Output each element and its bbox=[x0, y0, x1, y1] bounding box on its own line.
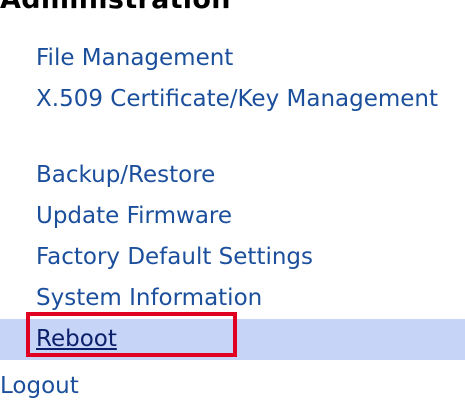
logout-link[interactable]: Logout bbox=[0, 366, 79, 407]
nav-item-label: Backup/Restore bbox=[36, 162, 216, 188]
nav-item-system-information[interactable]: System Information bbox=[0, 278, 465, 319]
nav-item-label: X.509 Certificate/Key Management bbox=[36, 86, 439, 112]
nav-item-backup-restore[interactable]: Backup/Restore bbox=[0, 155, 465, 196]
nav-item-label: Factory Default Settings bbox=[36, 244, 314, 270]
nav-item-label: File Management bbox=[36, 45, 234, 71]
nav-item-certificate-key-management[interactable]: X.509 Certificate/Key Management bbox=[0, 79, 465, 155]
nav-item-update-firmware[interactable]: Update Firmware bbox=[0, 196, 465, 237]
nav-item-label: System Information bbox=[36, 285, 263, 311]
nav-item-label: Reboot bbox=[36, 326, 117, 352]
nav-item-reboot[interactable]: Reboot bbox=[0, 319, 465, 360]
admin-menu-page: Administration File Management X.509 Cer… bbox=[0, 0, 465, 410]
section-heading: Administration bbox=[0, 0, 231, 15]
nav-item-label: Update Firmware bbox=[36, 203, 233, 229]
nav-item-factory-default-settings[interactable]: Factory Default Settings bbox=[0, 237, 465, 278]
nav-item-file-management[interactable]: File Management bbox=[0, 38, 465, 79]
admin-nav-list: File Management X.509 Certificate/Key Ma… bbox=[0, 38, 465, 360]
